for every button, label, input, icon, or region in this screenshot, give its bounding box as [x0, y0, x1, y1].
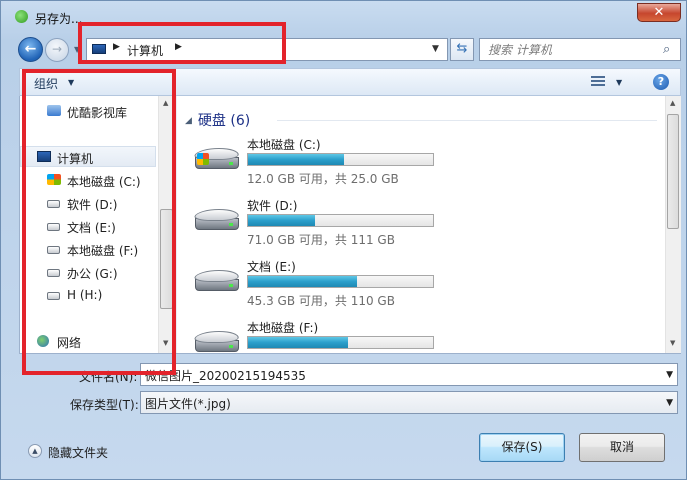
drive-item-d[interactable]: 软件 (D:) 71.0 GB 可用，共 111 GB	[192, 197, 455, 255]
search-icon[interactable]: ⌕	[663, 42, 670, 57]
filetype-label: 保存类型(T):	[70, 398, 139, 412]
save-button[interactable]: 保存(S)	[479, 433, 565, 462]
drive-item-f[interactable]: 本地磁盘 (F:)	[192, 319, 455, 353]
usage-bar	[247, 153, 434, 166]
arrow-right-icon: →	[51, 42, 63, 56]
refresh-button[interactable]: ⇆	[450, 38, 474, 61]
drive-name: 本地磁盘 (C:)	[247, 138, 321, 152]
back-button[interactable]: ←	[18, 37, 43, 62]
hard-drive-icon	[192, 270, 242, 294]
chevron-up-icon: ▲	[28, 444, 42, 458]
group-header[interactable]: ◢ 硬盘 (6)	[185, 110, 250, 130]
drive-space-info: 71.0 GB 可用，共 111 GB	[247, 233, 395, 247]
scrollbar-thumb[interactable]	[667, 114, 679, 229]
drive-space-info: 45.3 GB 可用，共 110 GB	[247, 294, 395, 308]
refresh-icon: ⇆	[456, 41, 468, 56]
annotation-box-navpane	[22, 69, 176, 375]
hard-drive-icon	[192, 331, 242, 353]
annotation-box-address	[78, 22, 286, 64]
collapse-icon[interactable]: ◢	[185, 116, 192, 126]
hard-drive-icon	[192, 148, 242, 172]
usage-bar	[247, 214, 434, 227]
drives-pane: ◢ 硬盘 (6) 本地磁盘 (C:) 12.0 GB 可用，共 25.0 GB 软…	[177, 96, 665, 353]
usage-fill	[248, 337, 348, 348]
chevron-down-icon[interactable]: ▼	[616, 78, 622, 87]
hide-folders-label: 隐藏文件夹	[48, 446, 109, 460]
scroll-up-icon[interactable]: ▲	[670, 99, 675, 107]
group-title: 硬盘 (6)	[197, 113, 251, 129]
search-input[interactable]	[486, 41, 660, 59]
filetype-value: 图片文件(*.jpg)	[145, 397, 231, 411]
drive-space-info: 12.0 GB 可用，共 25.0 GB	[247, 172, 399, 186]
scroll-down-icon[interactable]: ▼	[670, 339, 675, 347]
chevron-down-icon[interactable]: ▼	[432, 44, 439, 54]
hard-drive-icon	[192, 209, 242, 233]
drive-name: 本地磁盘 (F:)	[247, 321, 319, 335]
view-options-icon[interactable]	[591, 76, 605, 88]
arrow-left-icon: ←	[24, 41, 37, 57]
save-as-dialog: 另存为... ✕ ← → ▼ ▶ 计算机 ▶ ▼ ⇆ ⌕ 组织 ▼ ▼ ?	[0, 0, 687, 480]
chevron-down-icon[interactable]: ▼	[666, 398, 673, 408]
window-title: 另存为...	[35, 12, 83, 26]
usage-fill	[248, 276, 358, 287]
cancel-button[interactable]: 取消	[579, 433, 665, 462]
filetype-select[interactable]: 图片文件(*.jpg) ▼	[140, 391, 678, 414]
chevron-down-icon[interactable]: ▼	[666, 370, 673, 380]
usage-fill	[248, 215, 315, 226]
usage-bar	[247, 336, 434, 349]
drive-item-e[interactable]: 文档 (E:) 45.3 GB 可用，共 110 GB	[192, 258, 455, 316]
help-icon[interactable]: ?	[653, 74, 669, 90]
drive-item-c[interactable]: 本地磁盘 (C:) 12.0 GB 可用，共 25.0 GB	[192, 136, 455, 194]
search-box[interactable]: ⌕	[479, 38, 681, 61]
close-button[interactable]: ✕	[637, 3, 681, 22]
usage-fill	[248, 154, 345, 165]
divider	[277, 120, 657, 121]
drives-scrollbar[interactable]: ▲ ▼	[665, 96, 681, 353]
close-icon: ✕	[653, 5, 665, 20]
forward-button[interactable]: →	[45, 38, 69, 62]
drive-name: 文档 (E:)	[247, 260, 296, 274]
drive-name: 软件 (D:)	[247, 199, 298, 213]
filename-field[interactable]: 微信图片_20200215194535 ▼	[140, 363, 678, 386]
usage-bar	[247, 275, 434, 288]
app-icon	[15, 10, 28, 23]
windows-logo-icon	[197, 153, 209, 165]
